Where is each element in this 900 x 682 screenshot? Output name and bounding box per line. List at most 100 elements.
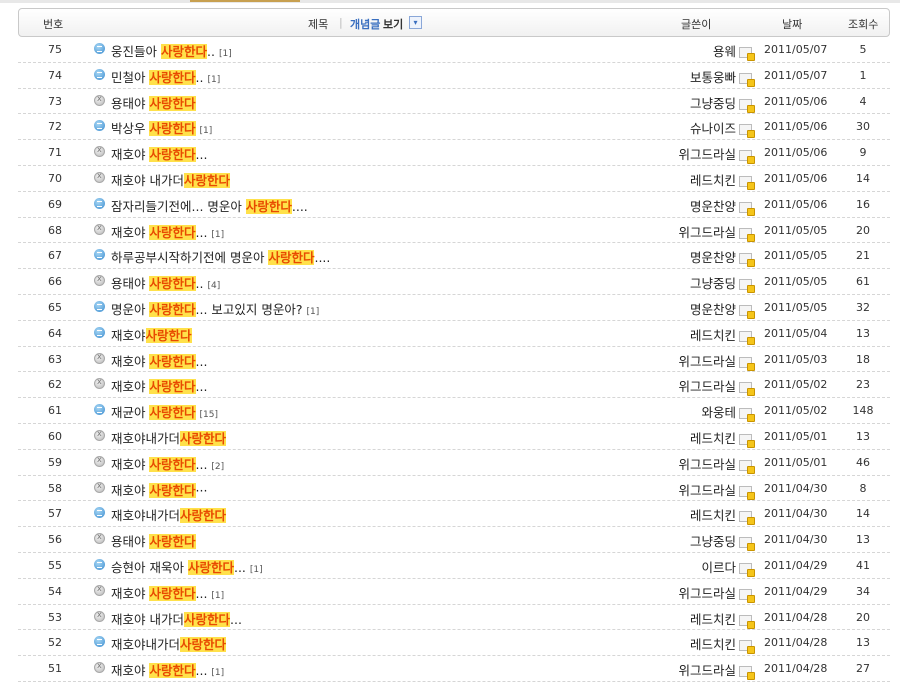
table-row[interactable]: 51 재호야 사랑한다...[1] 위그드라실 2011/04/28 27: [18, 656, 890, 682]
post-title-link[interactable]: 재균아 사랑한다 [15]: [111, 402, 218, 421]
user-gallery-icon[interactable]: [739, 562, 755, 577]
user-gallery-icon[interactable]: [739, 98, 755, 113]
table-row[interactable]: 63 재호야 사랑한다... 위그드라실 2011/05/03 18: [18, 347, 890, 373]
post-title-link[interactable]: 웅진들아 사랑한다.. [1]: [111, 41, 232, 60]
author-name[interactable]: 슈나이즈: [618, 118, 736, 137]
post-title-link[interactable]: 잠자리들기전에... 명운아 사랑한다....: [111, 196, 312, 215]
user-gallery-icon[interactable]: [739, 511, 755, 526]
comment-count[interactable]: [1]: [219, 49, 232, 59]
table-row[interactable]: 73 용태야 사랑한다 그냥중딩 2011/05/06 4: [18, 89, 890, 115]
user-gallery-icon[interactable]: [739, 175, 755, 190]
table-row[interactable]: 67 하루공부시작하기전에 명운아 사랑한다.... 명운찬양 2011/05/…: [18, 243, 890, 270]
comment-count[interactable]: [1]: [211, 591, 224, 601]
comment-count[interactable]: [1]: [207, 75, 220, 85]
post-title-link[interactable]: 박상우 사랑한다 [1]: [111, 118, 212, 137]
post-title-link[interactable]: 재호야 내가더사랑한다: [111, 170, 234, 189]
author-name[interactable]: 와웅테: [618, 402, 736, 421]
user-gallery-icon[interactable]: [739, 72, 755, 87]
table-row[interactable]: 72 박상우 사랑한다 [1] 슈나이즈 2011/05/06 30: [18, 114, 890, 141]
post-title-link[interactable]: 재호야 내가더사랑한다...: [111, 609, 246, 628]
author-name[interactable]: 위그드라실: [618, 144, 736, 163]
table-row[interactable]: 68 재호야 사랑한다...[1] 위그드라실 2011/05/05 20: [18, 218, 890, 244]
table-row[interactable]: 66 용태야 사랑한다..[4] 그냥중딩 2011/05/05 61: [18, 269, 890, 295]
table-row[interactable]: 71 재호야 사랑한다... 위그드라실 2011/05/06 9: [18, 140, 890, 166]
author-name[interactable]: 위그드라실: [618, 480, 736, 499]
post-title-link[interactable]: 재호야 사랑한다...: [111, 144, 211, 163]
author-name[interactable]: 레드치킨: [618, 505, 736, 524]
post-title-link[interactable]: 재호야 사랑한다...: [111, 376, 211, 395]
author-name[interactable]: 레드치킨: [618, 428, 736, 447]
post-title-link[interactable]: 재호야 사랑한다... [2]: [111, 454, 224, 473]
user-gallery-icon[interactable]: [739, 382, 755, 397]
author-name[interactable]: 위그드라실: [618, 351, 736, 370]
user-gallery-icon[interactable]: [739, 408, 755, 423]
author-name[interactable]: 레드치킨: [618, 609, 736, 628]
table-row[interactable]: 57 재호야내가더사랑한다 레드치킨 2011/04/30 14: [18, 501, 890, 528]
table-row[interactable]: 60 재호야내가더사랑한다 레드치킨 2011/05/01 13: [18, 424, 890, 450]
comment-count[interactable]: [1]: [250, 565, 263, 575]
post-title-link[interactable]: 명운아 사랑한다... 보고있지 명운아? [1]: [111, 299, 319, 318]
user-gallery-icon[interactable]: [739, 666, 755, 681]
author-name[interactable]: 명운찬양: [618, 196, 736, 215]
user-gallery-icon[interactable]: [739, 47, 755, 61]
post-title-link[interactable]: 재호야 사랑한다···: [111, 480, 211, 499]
concept-posts-link[interactable]: 개념글: [350, 16, 380, 32]
post-title-link[interactable]: 용태야 사랑한다.. [4]: [111, 273, 220, 292]
table-row[interactable]: 56 용태야 사랑한다 그냥중딩 2011/04/30 13: [18, 527, 890, 553]
table-row[interactable]: 64 재호야사랑한다 레드치킨 2011/05/04 13: [18, 321, 890, 347]
post-title-link[interactable]: 재호야 사랑한다... [1]: [111, 222, 224, 241]
user-gallery-icon[interactable]: [739, 150, 755, 165]
author-name[interactable]: 위그드라실: [618, 454, 736, 473]
author-name[interactable]: 명운찬양: [618, 247, 736, 266]
comment-count[interactable]: [2]: [211, 462, 224, 472]
user-gallery-icon[interactable]: [739, 433, 755, 448]
author-name[interactable]: 레드치킨: [618, 170, 736, 189]
user-gallery-icon[interactable]: [739, 640, 755, 655]
table-row[interactable]: 52 재호야내가더사랑한다 레드치킨 2011/04/28 13: [18, 630, 890, 657]
table-row[interactable]: 70 재호야 내가더사랑한다 레드치킨 2011/05/06 14: [18, 166, 890, 192]
author-name[interactable]: 그냥중딩: [618, 93, 736, 112]
author-name[interactable]: 용웨: [618, 41, 736, 60]
post-title-link[interactable]: 재호야내가더사랑한다: [111, 428, 230, 447]
author-name[interactable]: 이르다: [618, 557, 736, 576]
table-row[interactable]: 54 재호야 사랑한다...[1] 위그드라실 2011/04/29 34: [18, 579, 890, 605]
concept-view-link[interactable]: 보기: [383, 16, 403, 32]
table-row[interactable]: 69 잠자리들기전에... 명운아 사랑한다.... 명운찬양 2011/05/…: [18, 192, 890, 218]
author-name[interactable]: 위그드라실: [618, 583, 736, 602]
post-title-link[interactable]: 재호야내가더사랑한다: [111, 505, 230, 524]
user-gallery-icon[interactable]: [739, 279, 755, 294]
table-row[interactable]: 65 명운아 사랑한다... 보고있지 명운아? [1] 명운찬양 2011/05…: [18, 295, 890, 321]
author-name[interactable]: 위그드라실: [618, 222, 736, 241]
comment-count[interactable]: [1]: [200, 126, 213, 136]
post-title-link[interactable]: 하루공부시작하기전에 명운아 사랑한다....: [111, 247, 334, 266]
user-gallery-icon[interactable]: [739, 201, 755, 216]
comment-count[interactable]: [1]: [307, 307, 320, 317]
post-title-link[interactable]: 용태야 사랑한다: [111, 531, 200, 550]
user-gallery-icon[interactable]: [739, 459, 755, 474]
comment-count[interactable]: [4]: [207, 281, 220, 291]
user-gallery-icon[interactable]: [739, 537, 755, 552]
table-row[interactable]: 59 재호야 사랑한다...[2] 위그드라실 2011/05/01 46: [18, 450, 890, 476]
table-row[interactable]: 53 재호야 내가더사랑한다... 레드치킨 2011/04/28 20: [18, 605, 890, 631]
user-gallery-icon[interactable]: [739, 485, 755, 500]
table-row[interactable]: 75 웅진들아 사랑한다.. [1] 용웨 2011/05/07 5: [18, 37, 890, 63]
table-row[interactable]: 58 재호야 사랑한다··· 위그드라실 2011/04/30 8: [18, 476, 890, 502]
author-name[interactable]: 그냥중딩: [618, 531, 736, 550]
user-gallery-icon[interactable]: [739, 124, 755, 139]
table-row[interactable]: 61 재균아 사랑한다 [15] 와웅테 2011/05/02 148: [18, 398, 890, 424]
author-name[interactable]: 레드치킨: [618, 634, 736, 653]
user-gallery-icon[interactable]: [739, 356, 755, 371]
post-title-link[interactable]: 용태야 사랑한다: [111, 93, 200, 112]
post-title-link[interactable]: 민철아 사랑한다.. [1]: [111, 67, 220, 86]
post-title-link[interactable]: 재호야 사랑한다... [1]: [111, 583, 224, 602]
post-title-link[interactable]: 승현아 재욱아 사랑한다... [1]: [111, 557, 263, 576]
post-title-link[interactable]: 재호야사랑한다: [111, 325, 196, 344]
post-title-link[interactable]: 재호야 사랑한다...: [111, 351, 211, 370]
author-name[interactable]: 보통웅빠: [618, 67, 736, 86]
user-gallery-icon[interactable]: [739, 253, 755, 268]
table-row[interactable]: 74 민철아 사랑한다.. [1] 보통웅빠 2011/05/07 1: [18, 63, 890, 89]
author-name[interactable]: 그냥중딩: [618, 273, 736, 292]
comment-count[interactable]: [1]: [211, 230, 224, 240]
user-gallery-icon[interactable]: [739, 304, 755, 319]
user-gallery-icon[interactable]: [739, 330, 755, 345]
